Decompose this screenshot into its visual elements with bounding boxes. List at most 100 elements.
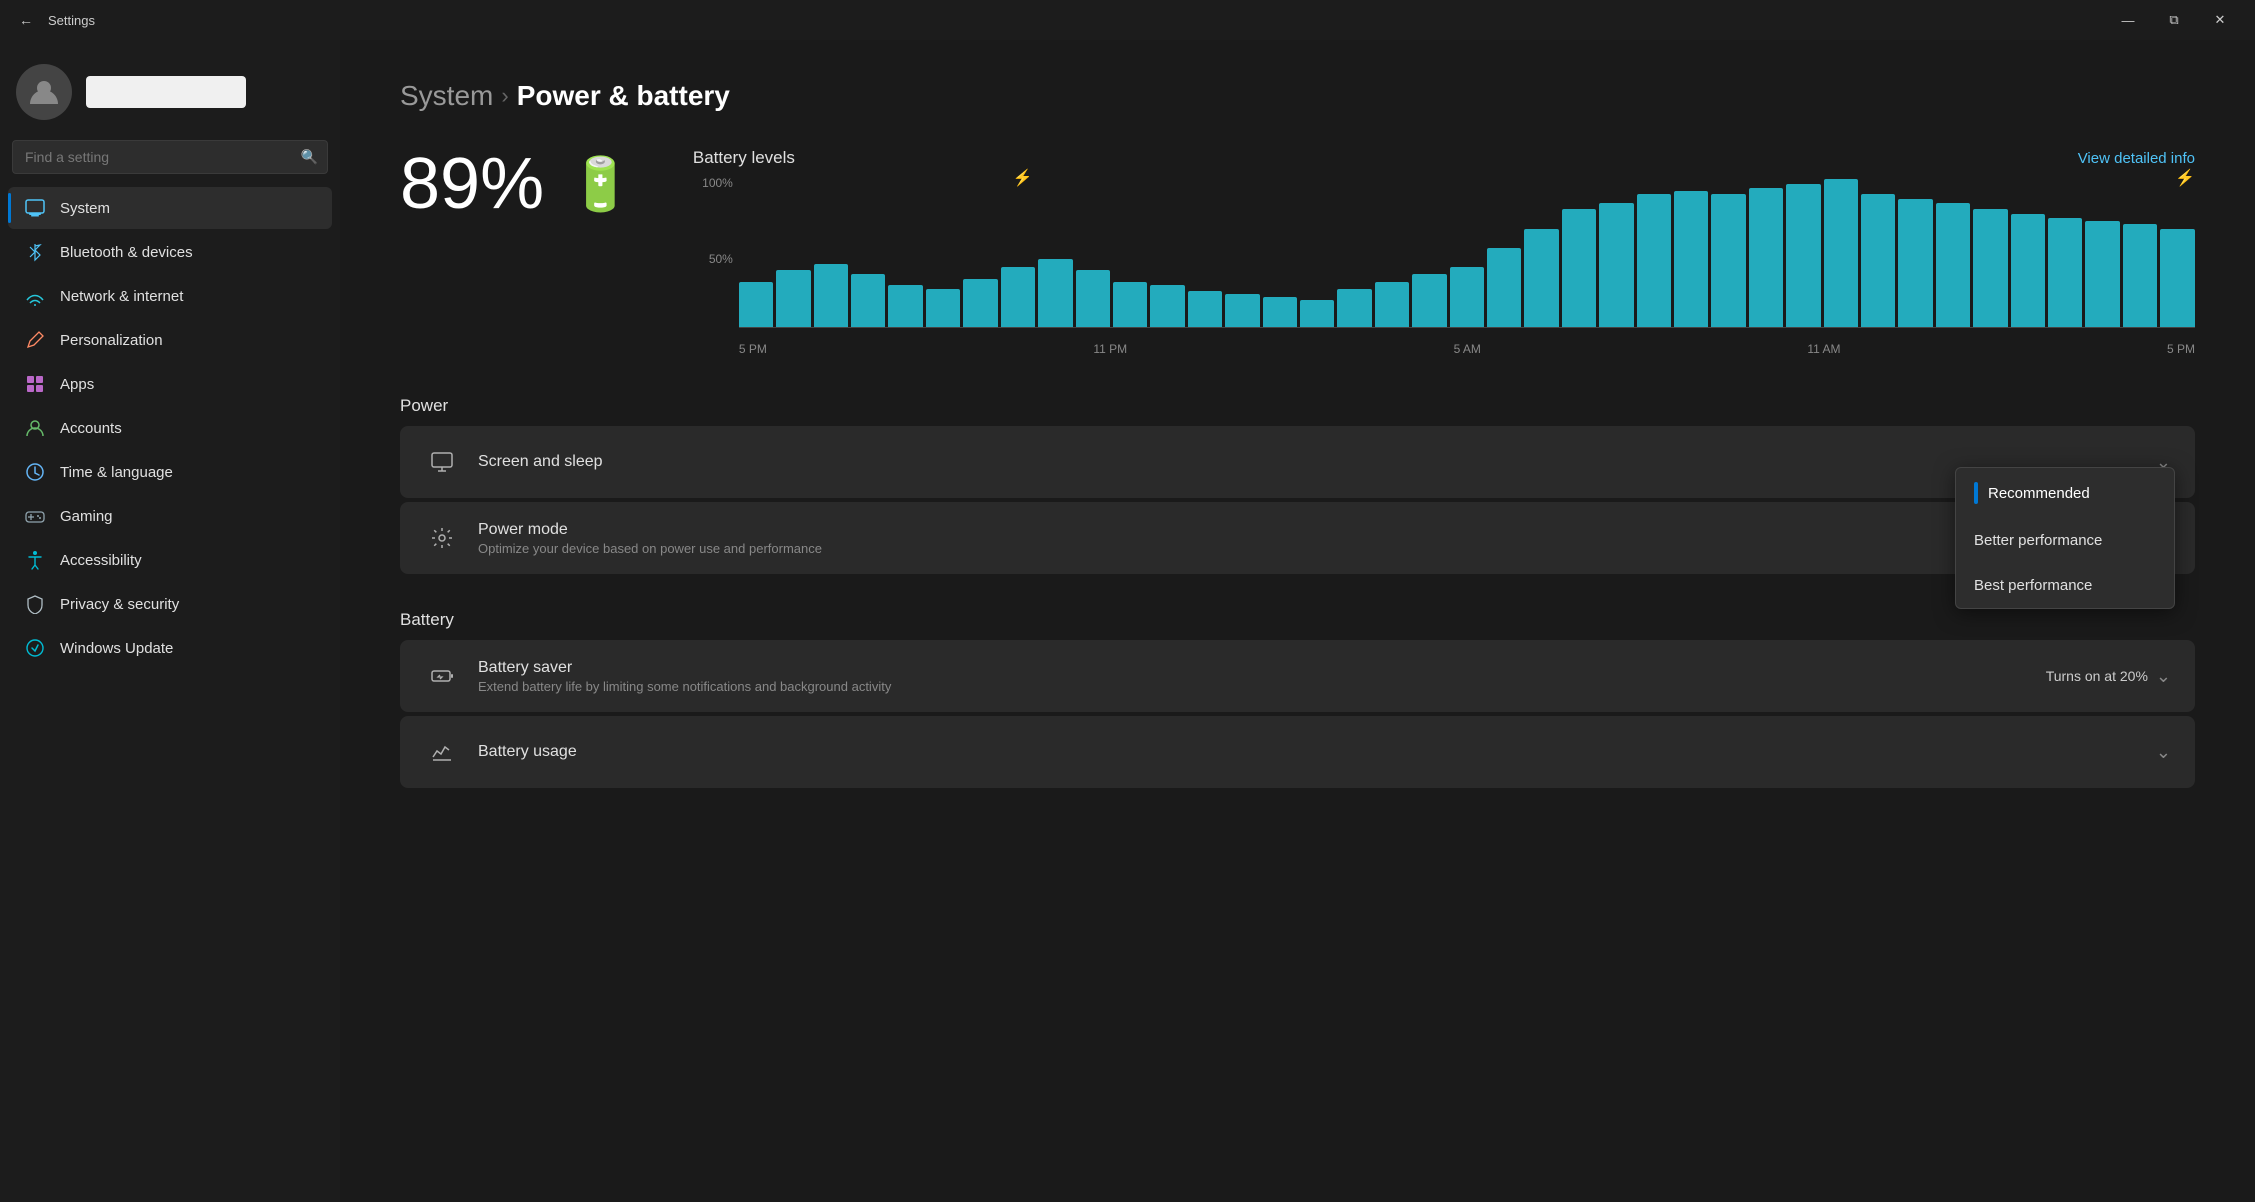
- chart-bar: [776, 270, 810, 327]
- option-recommended-label: Recommended: [1988, 485, 2090, 502]
- network-icon: [24, 285, 46, 307]
- power-mode-option-recommended[interactable]: Recommended: [1956, 468, 2174, 518]
- sidebar-item-time[interactable]: Time & language: [8, 451, 332, 493]
- sidebar-label-system: System: [60, 200, 110, 217]
- option-better-label: Better performance: [1974, 532, 2102, 549]
- sidebar-item-apps[interactable]: Apps: [8, 363, 332, 405]
- chart-bar: [1524, 229, 1558, 327]
- sidebar-item-update[interactable]: Windows Update: [8, 627, 332, 669]
- view-detailed-link[interactable]: View detailed info: [2078, 150, 2195, 167]
- sidebar-label-gaming: Gaming: [60, 508, 113, 525]
- battery-saver-icon: [424, 658, 460, 694]
- chart-bar: [1188, 291, 1222, 327]
- sidebar-label-apps: Apps: [60, 376, 94, 393]
- power-mode-dropdown: Recommended Better performance Best perf…: [1955, 467, 2175, 609]
- sidebar-item-bluetooth[interactable]: Bluetooth & devices: [8, 231, 332, 273]
- back-button[interactable]: ←: [12, 6, 40, 34]
- main-layout: 🔍 System Bluetooth & devices: [0, 40, 2255, 1202]
- sidebar-item-accessibility[interactable]: Accessibility: [8, 539, 332, 581]
- sidebar-label-personalization: Personalization: [60, 332, 163, 349]
- user-section: [0, 52, 340, 140]
- breadcrumb: System › Power & battery: [400, 80, 2195, 112]
- chart-bar: [2123, 224, 2157, 327]
- chart-bar: [2085, 221, 2119, 327]
- chart-bar: [739, 282, 773, 327]
- restore-button[interactable]: ⧉: [2151, 0, 2197, 40]
- close-icon: ✕: [2215, 12, 2226, 28]
- time-icon: [24, 461, 46, 483]
- content-area: System › Power & battery 89% 🔋 Battery l…: [340, 40, 2255, 1202]
- chart-bar: [2048, 218, 2082, 327]
- close-button[interactable]: ✕: [2197, 0, 2243, 40]
- system-icon: [24, 197, 46, 219]
- power-mode-option-best[interactable]: Best performance: [1956, 563, 2174, 608]
- screen-sleep-text: Screen and sleep: [478, 453, 2156, 471]
- chart-y-labels: 100% 50%: [693, 176, 739, 328]
- gaming-icon: [24, 505, 46, 527]
- battery-saver-subtitle: Extend battery life by limiting some not…: [478, 679, 2046, 694]
- minimize-button[interactable]: —: [2105, 0, 2151, 40]
- battery-usage-icon: [424, 734, 460, 770]
- sidebar-item-network[interactable]: Network & internet: [8, 275, 332, 317]
- battery-usage-row[interactable]: Battery usage ⌄: [400, 716, 2195, 788]
- sidebar-label-update: Windows Update: [60, 640, 173, 657]
- chart-title: Battery levels: [693, 148, 795, 168]
- battery-saver-title: Battery saver: [478, 659, 2046, 677]
- sidebar-item-gaming[interactable]: Gaming: [8, 495, 332, 537]
- privacy-icon: [24, 593, 46, 615]
- update-icon: [24, 637, 46, 659]
- chart-bars: [739, 176, 2195, 328]
- chart-bar: [1674, 191, 1708, 327]
- power-section-label: Power: [400, 396, 2195, 416]
- breadcrumb-parent[interactable]: System: [400, 80, 493, 112]
- sidebar-label-bluetooth: Bluetooth & devices: [60, 244, 193, 261]
- back-icon: ←: [19, 12, 33, 28]
- search-input[interactable]: [12, 140, 328, 174]
- chart-bar: [2011, 214, 2045, 327]
- sidebar-label-network: Network & internet: [60, 288, 183, 305]
- sidebar-item-personalization[interactable]: Personalization: [8, 319, 332, 361]
- y-label-100: 100%: [693, 176, 733, 190]
- chart-bar: [1337, 289, 1371, 327]
- power-mode-title: Power mode: [478, 521, 2171, 539]
- battery-saver-chevron: ⌄: [2156, 666, 2171, 687]
- sidebar-item-accounts[interactable]: Accounts: [8, 407, 332, 449]
- chart-header: Battery levels View detailed info: [693, 148, 2195, 168]
- x-label-11pm: 11 PM: [1093, 342, 1127, 356]
- chart-bar: [1786, 184, 1820, 327]
- power-mode-icon: [424, 520, 460, 556]
- battery-usage-chevron: ⌄: [2156, 742, 2171, 763]
- battery-usage-text: Battery usage: [478, 743, 2156, 761]
- chart-bar: [888, 285, 922, 327]
- sidebar-label-accessibility: Accessibility: [60, 552, 142, 569]
- chart-bar: [1375, 282, 1409, 327]
- battery-section-label: Battery: [400, 610, 2195, 630]
- bluetooth-icon: [24, 241, 46, 263]
- chart-bar: [1898, 199, 1932, 327]
- screen-sleep-row[interactable]: Screen and sleep ⌄: [400, 426, 2195, 498]
- sidebar-item-system[interactable]: System: [8, 187, 332, 229]
- breadcrumb-current: Power & battery: [517, 80, 730, 112]
- battery-chart: 100% 50% ⚡ ⚡ 5 PM 11 PM 5 AM 11 AM 5 PM: [693, 176, 2195, 356]
- window-controls: — ⧉ ✕: [2105, 0, 2243, 40]
- chart-bar: [1749, 188, 1783, 327]
- minimize-icon: —: [2122, 13, 2135, 28]
- option-best-label: Best performance: [1974, 577, 2092, 594]
- turns-on-text: Turns on at 20%: [2046, 668, 2148, 684]
- avatar[interactable]: [16, 64, 72, 120]
- apps-icon: [24, 373, 46, 395]
- search-icon: 🔍: [301, 149, 318, 166]
- chart-bar: [1150, 285, 1184, 327]
- chart-bar: [1076, 270, 1110, 327]
- x-label-11am: 11 AM: [1807, 342, 1840, 356]
- search-box: 🔍: [12, 140, 328, 174]
- screen-sleep-icon: [424, 444, 460, 480]
- power-mode-row[interactable]: Power mode Optimize your device based on…: [400, 502, 2195, 574]
- x-label-5pm2: 5 PM: [2167, 342, 2195, 356]
- x-label-5pm: 5 PM: [739, 342, 767, 356]
- sidebar-item-privacy[interactable]: Privacy & security: [8, 583, 332, 625]
- power-mode-option-better[interactable]: Better performance: [1956, 518, 2174, 563]
- chart-bar: [1487, 248, 1521, 327]
- option-best-inner: Best performance: [1974, 577, 2092, 594]
- battery-saver-row[interactable]: Battery saver Extend battery life by lim…: [400, 640, 2195, 712]
